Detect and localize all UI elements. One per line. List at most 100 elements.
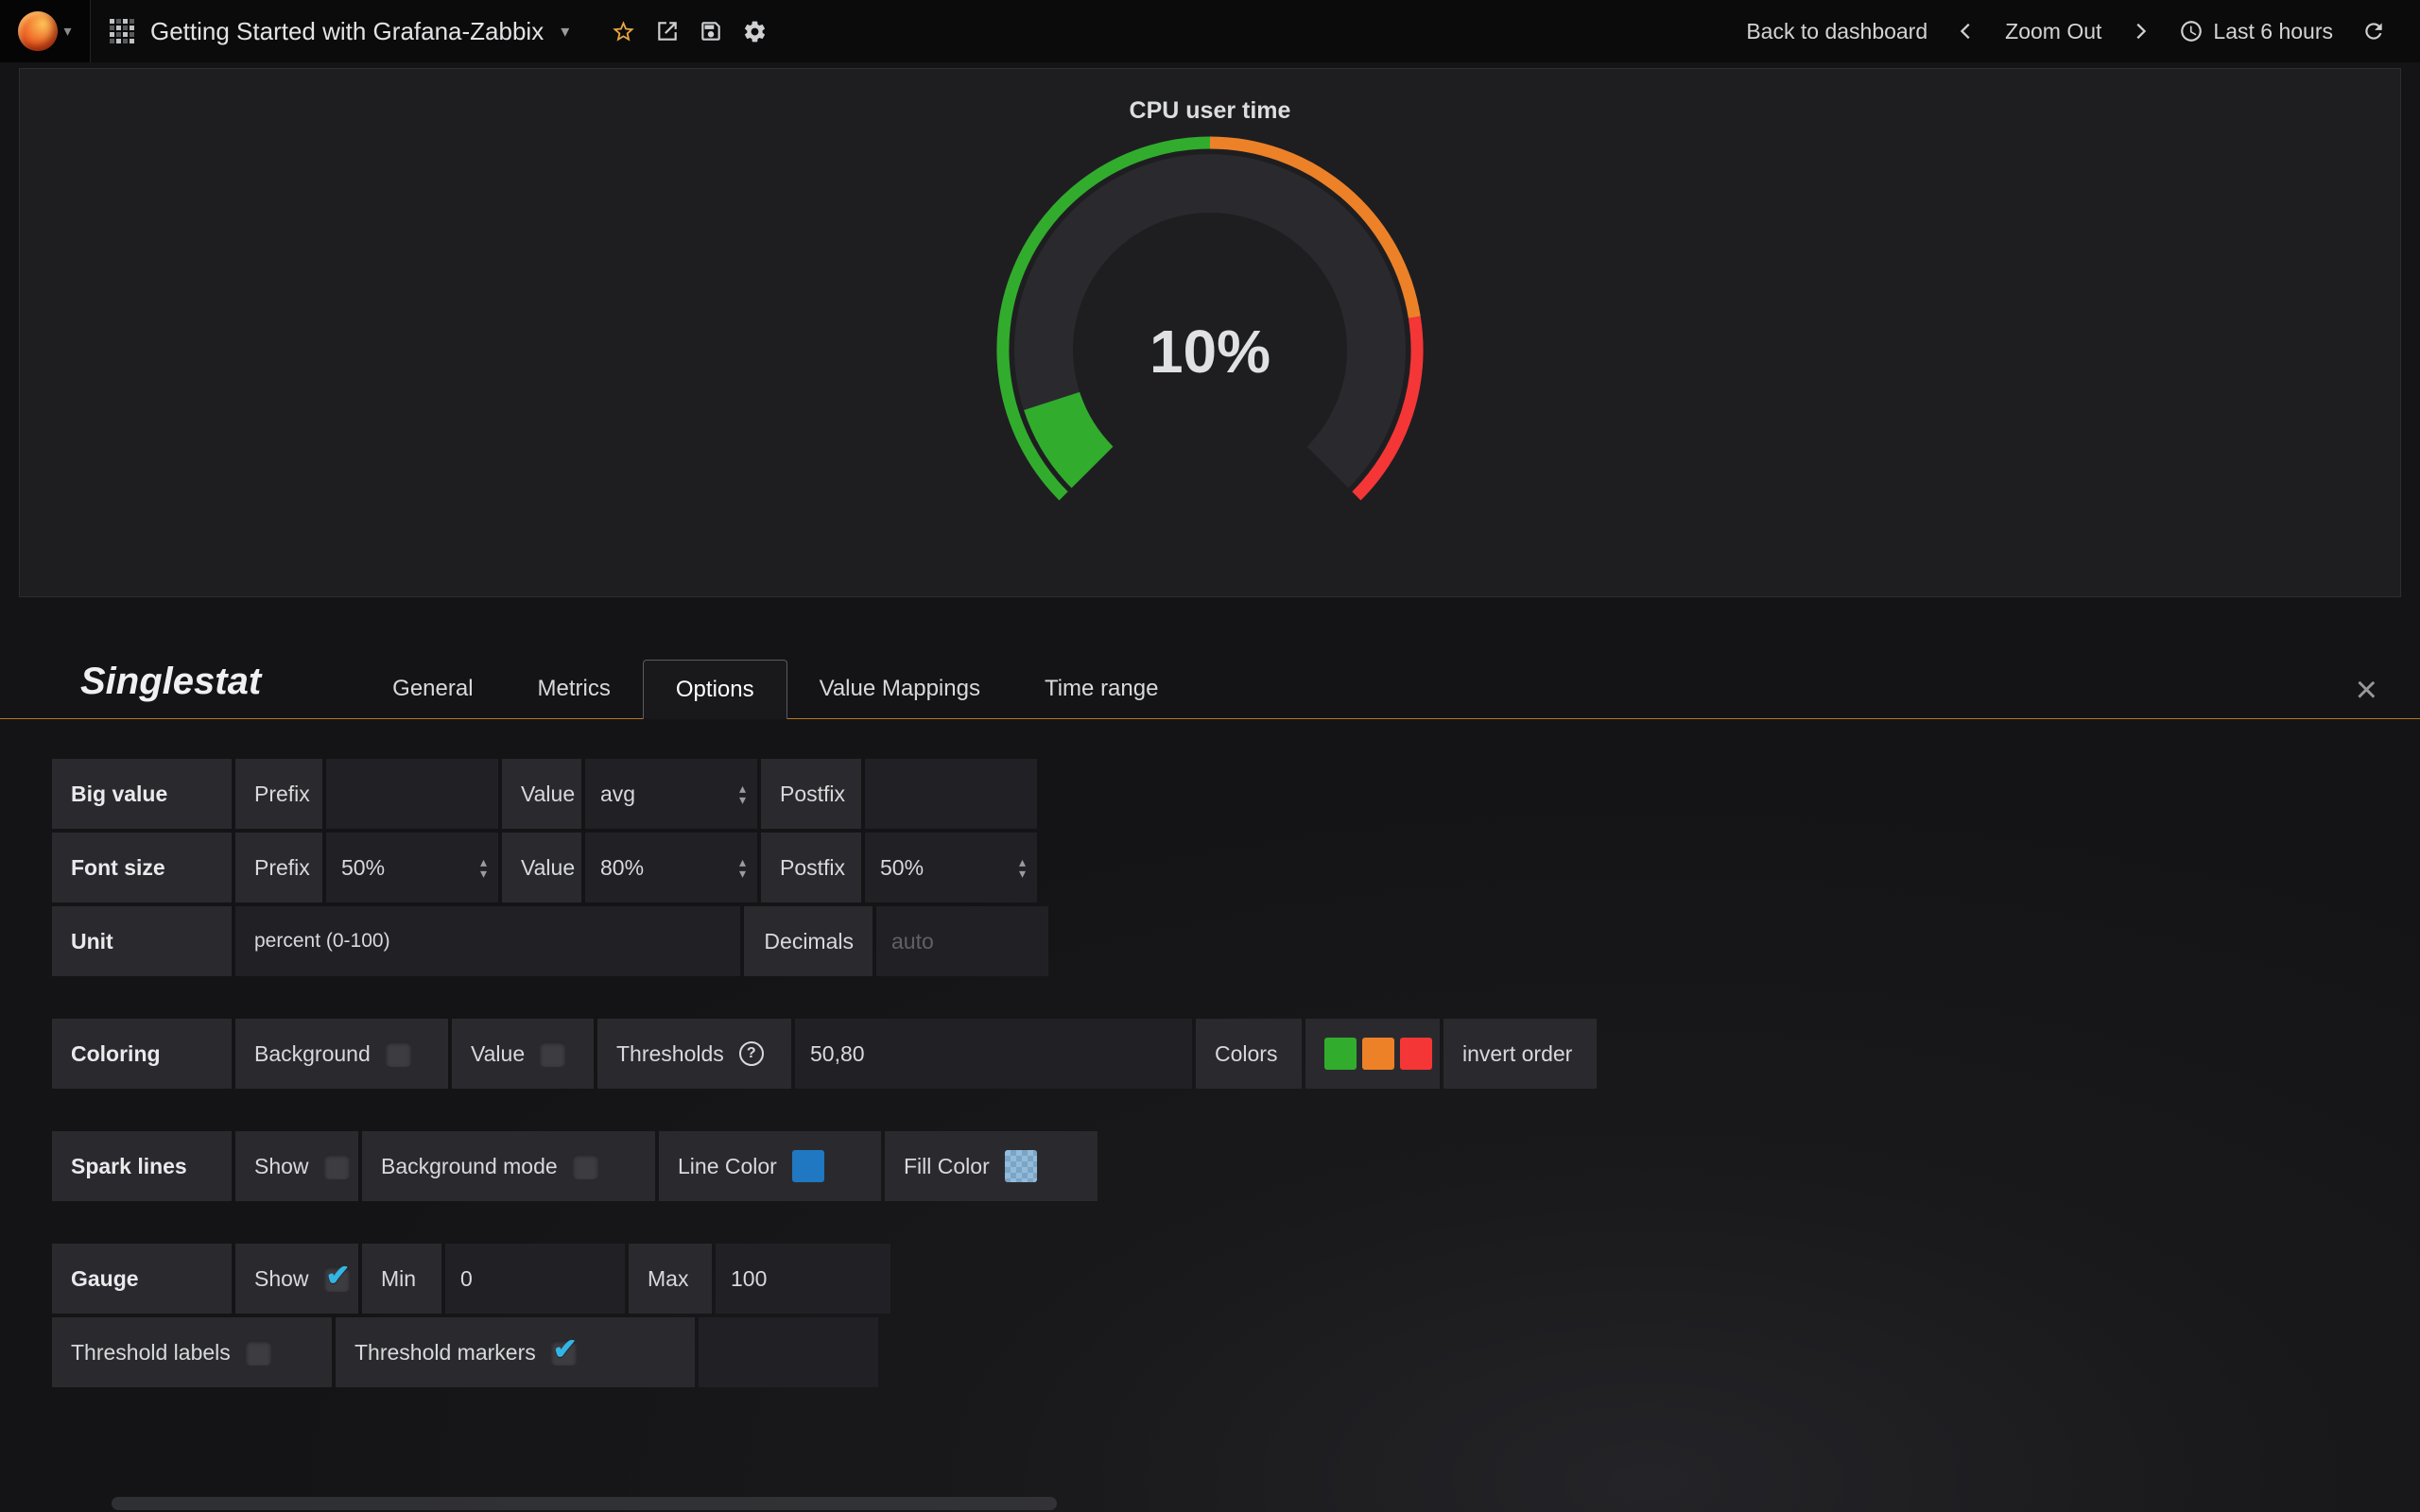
- decimals-input[interactable]: [876, 906, 1048, 976]
- coloring-background-option: Background: [235, 1019, 448, 1089]
- threshold-labels-checkbox[interactable]: [246, 1340, 271, 1366]
- refresh-button[interactable]: [2361, 19, 2386, 43]
- coloring-label: Coloring: [52, 1019, 232, 1089]
- chevron-down-icon: ▾: [561, 22, 569, 42]
- settings-button[interactable]: [742, 19, 768, 44]
- threshold-labels-option: Threshold labels: [52, 1317, 332, 1387]
- line-color-option: Line Color: [659, 1131, 881, 1201]
- value-label: Value: [471, 1041, 525, 1067]
- help-icon[interactable]: ?: [739, 1041, 764, 1066]
- value-label: Value: [502, 759, 581, 829]
- time-back-button[interactable]: [1956, 21, 1977, 42]
- big-value-prefix-input[interactable]: [326, 759, 498, 829]
- top-navbar: ▾ Getting Started with Grafana-Zabbix ▾ …: [0, 0, 2420, 62]
- gauge-show-option: Show: [235, 1244, 358, 1314]
- time-forward-button[interactable]: [2130, 21, 2151, 42]
- tab-metrics[interactable]: Metrics: [506, 660, 643, 718]
- tab-time-range[interactable]: Time range: [1012, 660, 1191, 718]
- zoom-out-button[interactable]: Zoom Out: [2005, 19, 2101, 44]
- value-function-select[interactable]: avg ▴▾: [585, 759, 757, 829]
- horizontal-scrollbar[interactable]: [112, 1497, 1057, 1510]
- spinner-arrows-icon: ▴▾: [1019, 856, 1026, 879]
- fill-color-swatch[interactable]: [1005, 1150, 1037, 1182]
- svg-text:10%: 10%: [1150, 318, 1270, 386]
- background-mode-option: Background mode: [362, 1131, 655, 1201]
- options-form: Big value Prefix Value avg ▴▾ Postfix Fo…: [0, 719, 2420, 1387]
- coloring-row: Coloring Background Value Thresholds ? C…: [52, 1019, 2420, 1089]
- time-range-picker[interactable]: Last 6 hours: [2179, 19, 2333, 44]
- dashboard-picker[interactable]: Getting Started with Grafana-Zabbix ▾: [91, 17, 579, 46]
- gear-icon: [742, 19, 768, 44]
- value-function-selected: avg: [600, 782, 635, 807]
- editor-header: Singlestat General Metrics Options Value…: [0, 660, 2420, 719]
- fill-color-label: Fill Color: [904, 1154, 990, 1179]
- unit-selected: percent (0-100): [254, 930, 390, 953]
- spark-lines-row: Spark lines Show Background mode Line Co…: [52, 1131, 2420, 1201]
- invert-order-button[interactable]: invert order: [1443, 1019, 1597, 1089]
- empty-cell: [699, 1317, 878, 1387]
- refresh-icon: [2361, 19, 2386, 43]
- background-mode-checkbox[interactable]: [573, 1154, 598, 1179]
- back-to-dashboard-button[interactable]: Back to dashboard: [1746, 19, 1927, 44]
- gauge-label: Gauge: [52, 1244, 232, 1314]
- threshold-markers-label: Threshold markers: [354, 1340, 536, 1366]
- threshold-color-swatch-1[interactable]: [1324, 1038, 1357, 1070]
- grafana-menu-button[interactable]: ▾: [0, 0, 91, 62]
- spinner-arrows-icon: ▴▾: [480, 856, 487, 879]
- coloring-group: Coloring Background Value Thresholds ? C…: [52, 1019, 2420, 1089]
- color-swatches-cell: [1305, 1019, 1440, 1089]
- thresholds-label: Thresholds: [616, 1041, 724, 1067]
- spark-lines-label: Spark lines: [52, 1131, 232, 1201]
- background-label: Background: [254, 1041, 371, 1067]
- value-label: Value: [502, 833, 581, 902]
- line-color-swatch[interactable]: [792, 1150, 824, 1182]
- grafana-logo: [18, 11, 58, 51]
- chevron-left-icon: [1956, 21, 1977, 42]
- save-button[interactable]: [699, 19, 723, 43]
- chevron-right-icon: [2130, 21, 2151, 42]
- font-size-label: Font size: [52, 833, 232, 902]
- prefix-label: Prefix: [235, 759, 322, 829]
- chevron-down-icon: ▾: [63, 22, 71, 41]
- thresholds-input[interactable]: [795, 1019, 1192, 1089]
- unit-select[interactable]: percent (0-100): [235, 906, 740, 976]
- coloring-value-option: Value: [452, 1019, 594, 1089]
- value-checkbox[interactable]: [540, 1041, 565, 1067]
- threshold-color-swatch-2[interactable]: [1362, 1038, 1394, 1070]
- spark-show-checkbox[interactable]: [324, 1154, 350, 1179]
- tab-general[interactable]: General: [360, 660, 505, 718]
- prefix-font-size-select[interactable]: 50% ▴▾: [326, 833, 498, 902]
- background-mode-label: Background mode: [381, 1154, 558, 1179]
- value-font-size-select[interactable]: 80% ▴▾: [585, 833, 757, 902]
- panel-title[interactable]: CPU user time: [20, 69, 2400, 125]
- gauge-show-checkbox[interactable]: [324, 1266, 350, 1292]
- value-options-group: Big value Prefix Value avg ▴▾ Postfix Fo…: [52, 759, 2420, 976]
- tab-options[interactable]: Options: [643, 660, 787, 719]
- decimals-label: Decimals: [744, 906, 873, 976]
- time-range-label: Last 6 hours: [2213, 19, 2333, 44]
- share-button[interactable]: [655, 19, 680, 43]
- gauge-max-input[interactable]: [716, 1244, 890, 1314]
- spinner-arrows-icon: ▴▾: [739, 782, 746, 805]
- min-label: Min: [362, 1244, 441, 1314]
- gauge-group: Gauge Show Min Max Threshold labels Thre…: [52, 1244, 2420, 1387]
- clock-icon: [2179, 19, 2204, 43]
- big-value-postfix-input[interactable]: [865, 759, 1037, 829]
- postfix-label: Postfix: [761, 759, 861, 829]
- prefix-label: Prefix: [235, 833, 322, 902]
- unit-row: Unit percent (0-100) Decimals: [52, 906, 2420, 976]
- threshold-display-row: Threshold labels Threshold markers: [52, 1317, 2420, 1387]
- dashboard-title: Getting Started with Grafana-Zabbix: [150, 17, 544, 46]
- gauge-min-input[interactable]: [445, 1244, 625, 1314]
- spark-lines-group: Spark lines Show Background mode Line Co…: [52, 1131, 2420, 1201]
- tab-value-mappings[interactable]: Value Mappings: [787, 660, 1012, 718]
- background-checkbox[interactable]: [386, 1041, 411, 1067]
- star-icon: [611, 19, 636, 44]
- editor-panel-type: Singlestat: [80, 661, 360, 718]
- close-editor-icon[interactable]: ×: [2356, 671, 2377, 718]
- threshold-markers-checkbox[interactable]: [551, 1340, 577, 1366]
- threshold-color-swatch-3[interactable]: [1400, 1038, 1432, 1070]
- star-button[interactable]: [611, 19, 636, 44]
- threshold-labels-label: Threshold labels: [71, 1340, 231, 1366]
- postfix-font-size-select[interactable]: 50% ▴▾: [865, 833, 1037, 902]
